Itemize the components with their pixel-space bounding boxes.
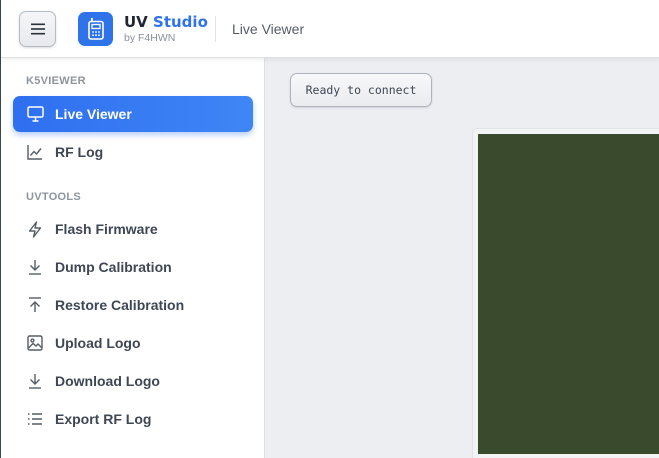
list-icon: [26, 410, 44, 428]
sidebar: K5VIEWER Live Viewer RF Log UVTOOLS Flas…: [1, 58, 265, 458]
sidebar-item-label: Upload Logo: [55, 335, 141, 351]
radio-display: [478, 134, 659, 454]
sidebar-item-restore-calibration[interactable]: Restore Calibration: [13, 287, 253, 323]
sidebar-item-label: Export RF Log: [55, 411, 152, 427]
sidebar-item-label: Restore Calibration: [55, 297, 185, 313]
menu-button[interactable]: [19, 11, 56, 47]
brand-accent: Studio: [153, 13, 208, 31]
lightning-icon: [26, 220, 44, 238]
upload-icon: [26, 296, 44, 314]
sidebar-item-label: Flash Firmware: [55, 221, 158, 237]
sidebar-item-label: Download Logo: [55, 373, 160, 389]
sidebar-item-label: Dump Calibration: [55, 259, 172, 275]
brand-subtitle: by F4HWN: [124, 32, 176, 44]
app-header: UV Studio by F4HWN Live Viewer: [1, 0, 659, 58]
brand-name: UV: [124, 13, 148, 31]
line-chart-icon: [26, 143, 44, 161]
radio-icon: [87, 18, 104, 40]
page-title: Live Viewer: [232, 21, 305, 37]
sidebar-item-live-viewer[interactable]: Live Viewer: [13, 96, 253, 132]
sidebar-item-flash-firmware[interactable]: Flash Firmware: [13, 211, 253, 247]
sidebar-item-dump-calibration[interactable]: Dump Calibration: [13, 249, 253, 285]
app-logo: [78, 12, 113, 46]
sidebar-item-label: Live Viewer: [55, 106, 132, 122]
image-icon: [26, 334, 44, 352]
sidebar-item-download-logo[interactable]: Download Logo: [13, 363, 253, 399]
sidebar-item-upload-logo[interactable]: Upload Logo: [13, 325, 253, 361]
main-content: Ready to connect: [265, 58, 659, 458]
sidebar-item-export-rf-log[interactable]: Export RF Log: [13, 401, 253, 437]
section-label-uvtools: UVTOOLS: [26, 191, 82, 203]
sidebar-item-label: RF Log: [55, 144, 104, 160]
section-label-k5viewer: K5VIEWER: [26, 75, 86, 87]
download-icon: [26, 372, 44, 390]
download-icon: [26, 258, 44, 276]
brand-title: UV Studio: [124, 13, 208, 31]
sidebar-item-rf-log[interactable]: RF Log: [13, 134, 253, 170]
monitor-icon: [26, 105, 44, 123]
header-divider: [215, 16, 216, 42]
connection-status-button[interactable]: Ready to connect: [290, 73, 432, 107]
hamburger-icon: [30, 23, 45, 35]
